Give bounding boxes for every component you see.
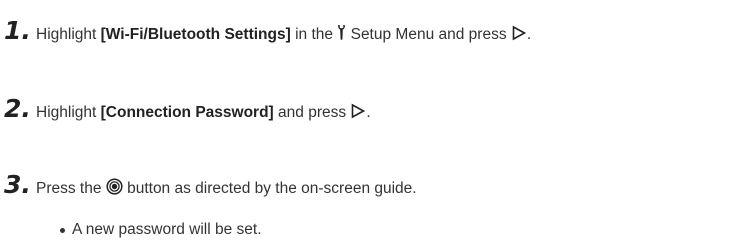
step-3-bullet-text: A new password will be set. [72, 221, 262, 238]
step-2-number: 2. [4, 94, 31, 123]
step-2-menu-item: [Connection Password] [100, 104, 274, 121]
step-1-text-before: Highlight [36, 26, 101, 43]
step-3: 3. Press the button as directed by the o… [0, 170, 417, 199]
step-1-text-end: . [526, 26, 532, 43]
step-1-menu-item: [Wi-Fi/Bluetooth Settings] [100, 26, 291, 43]
step-3-text-after-icon: button as directed by the on-screen guid… [122, 180, 417, 197]
bullet-dot [60, 227, 65, 233]
step-3-text: Press the button as directed by the on-s… [36, 178, 417, 199]
step-1-text-after-icon: Setup Menu and press [346, 26, 511, 43]
step-1-text: Highlight [Wi-Fi/Bluetooth Settings] in … [36, 24, 531, 45]
right-triangle-arrow-icon [511, 25, 527, 41]
step-3-text-before: Press the [36, 180, 106, 197]
ok-button-circle-icon [106, 178, 123, 195]
right-triangle-arrow-icon [350, 103, 366, 119]
step-2-text: Highlight [Connection Password] and pres… [36, 103, 371, 123]
step-3-bullet-item: A new password will be set. [60, 221, 262, 239]
step-2: 2. Highlight [Connection Password] and p… [0, 94, 371, 123]
step-1: 1. Highlight [Wi-Fi/Bluetooth Settings] … [0, 16, 531, 45]
step-1-number: 1. [4, 16, 31, 45]
step-2-text-end: . [366, 104, 371, 121]
step-2-text-middle: and press [273, 104, 351, 121]
step-3-number: 3. [4, 170, 31, 199]
wrench-setup-icon [337, 24, 346, 41]
step-1-text-middle: in the [290, 26, 338, 43]
step-2-text-before: Highlight [36, 104, 101, 121]
